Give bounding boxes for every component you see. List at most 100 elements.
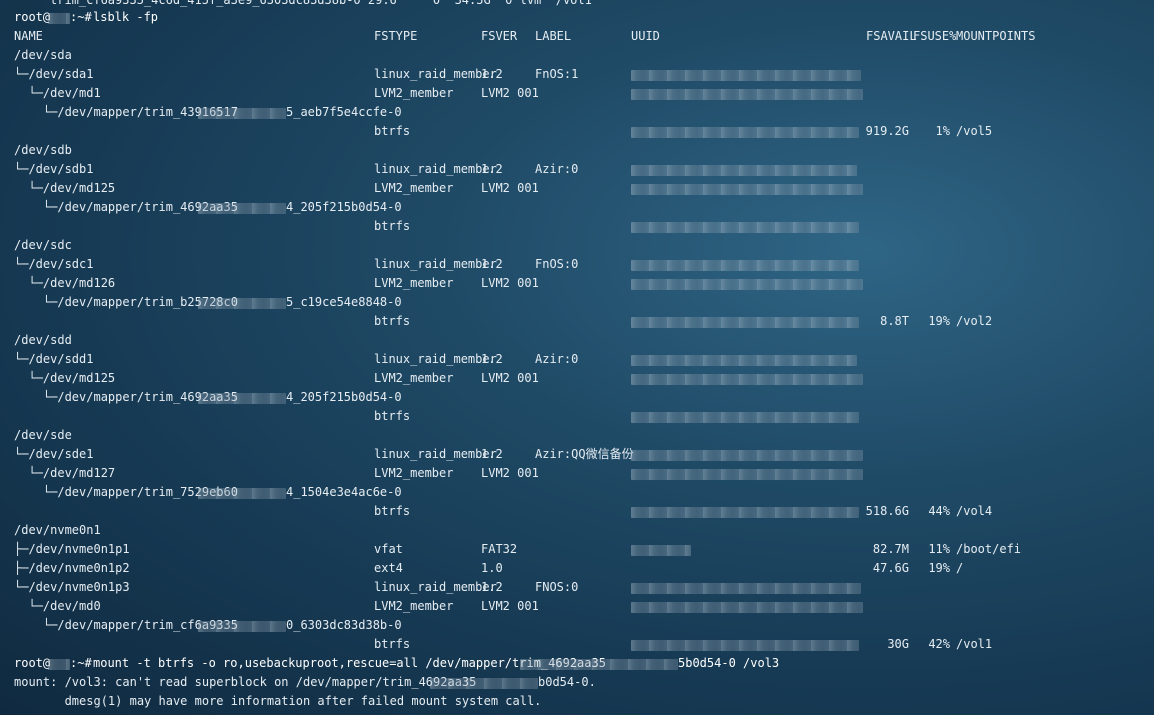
redacted-uuid [631, 450, 863, 461]
device-name-tail: 4_1504e3e4ac6e-0 [286, 485, 402, 499]
fsver-value: 1.2 [481, 352, 503, 366]
header-fsavail: FSAVAIL [866, 29, 917, 43]
lsblk-row: btrfs 8.8T 19% /vol2 [0, 312, 1154, 331]
fstype-value: linux_raid_member [374, 447, 497, 461]
error-text: dmesg(1) may have more information after… [14, 694, 542, 708]
lsblk-row: └─/dev/md126 LVM2_member LVM2 001 [0, 274, 1154, 293]
fsver-value: LVM2 001 [481, 599, 539, 613]
redacted-uuid [631, 127, 859, 138]
fstype-value: vfat [374, 542, 403, 556]
fstype-value: LVM2_member [374, 86, 454, 100]
redacted-hostname [48, 13, 70, 24]
lsblk-row: └─/dev/mapper/trim_43916517 5_aeb7f5e4ccf… [0, 103, 1154, 122]
fsver-value: 1.2 [481, 257, 503, 271]
fstype-value: btrfs [374, 219, 411, 233]
label-value: FNOS:0 [535, 580, 579, 594]
fstype-value: linux_raid_member [374, 162, 497, 176]
redacted-uuid [631, 545, 691, 556]
fstype-value: btrfs [374, 124, 411, 138]
fstype-value: LVM2_member [374, 371, 454, 385]
device-name: └─/dev/md126 [14, 276, 116, 290]
redacted-uuid [631, 355, 857, 366]
fsver-value: LVM2 001 [481, 466, 539, 480]
device-name-tail: 4_205f215b0d54-0 [286, 390, 402, 404]
device-name: /dev/sdb [14, 143, 72, 157]
mountpoint-value: / [956, 561, 964, 575]
prompt-symbol: :~# [70, 10, 92, 24]
device-name: └─/dev/md1 [14, 86, 101, 100]
fsver-value: LVM2 001 [481, 276, 539, 290]
lsblk-header: NAME FSTYPE FSVER LABEL UUID FSAVAIL FSUSE% MOU… [0, 27, 1154, 46]
device-name-tail: 5_aeb7f5e4ccfe-0 [286, 105, 402, 119]
lsblk-row: btrfs 518.6G 44% /vol4 [0, 502, 1154, 521]
redacted-uuid [631, 89, 863, 100]
redacted-uuid [631, 583, 861, 594]
fsavail-value: 8.8T [880, 314, 909, 328]
mountpoint-value: /vol5 [956, 124, 993, 138]
fsavail-value: 47.6G [872, 561, 909, 575]
label-value: Azir:QQ微信备份 [535, 447, 634, 461]
fstype-value: linux_raid_member [374, 257, 497, 271]
fsuse-value: 1% [935, 124, 950, 138]
error-line: mount: /vol3: can't read superblock on /… [0, 673, 1154, 692]
fstype-value: LVM2_member [374, 181, 454, 195]
fsver-value: LVM2 001 [481, 86, 539, 100]
device-name: /dev/nvme0n1 [14, 523, 101, 537]
fsavail-value: 518.6G [865, 504, 909, 518]
header-label: LABEL [535, 29, 572, 43]
fstype-value: btrfs [374, 504, 411, 518]
redacted-uuid [631, 507, 859, 518]
lsblk-row: btrfs 30G 42% /vol1 [0, 635, 1154, 654]
redacted-uuid [631, 184, 863, 195]
mountpoint-value: /vol1 [956, 637, 993, 651]
redacted-uuid [631, 412, 859, 423]
fstype-value: linux_raid_member [374, 67, 497, 81]
command-text: lsblk -fp [93, 10, 159, 24]
header-uuid: UUID [631, 29, 660, 43]
device-name: /dev/sda [14, 48, 72, 62]
redacted-uuid [631, 374, 863, 385]
lsblk-row: └─/dev/md125 LVM2_member LVM2 001 [0, 179, 1154, 198]
terminal-window[interactable]: trim_cf6a9335_4c6d_415f_a3e9_6303dc83d38… [0, 0, 1154, 715]
redacted-device-id [198, 488, 286, 499]
device-name: /dev/sde [14, 428, 72, 442]
lsblk-row: └─/dev/mapper/trim_b25728c0 5_c19ce54e884… [0, 293, 1154, 312]
lsblk-row: └─/dev/md1 LVM2_member LVM2 001 [0, 84, 1154, 103]
prompt-symbol: :~# [70, 656, 92, 670]
lsblk-row: └─/dev/mapper/trim_7529eb60 4_1504e3e4ac6… [0, 483, 1154, 502]
fsver-value: 1.2 [481, 447, 503, 461]
redacted-device-id [430, 678, 538, 689]
fsuse-value: 42% [928, 637, 950, 651]
fsavail-value: 919.2G [865, 124, 909, 138]
fsver-value: 1.2 [481, 580, 503, 594]
redacted-uuid [631, 222, 859, 233]
redacted-uuid [631, 469, 863, 480]
lsblk-row: btrfs [0, 407, 1154, 426]
fsver-value: LVM2 001 [481, 181, 539, 195]
device-name: /dev/sdd [14, 333, 72, 347]
header-mountpoints: MOUNTPOINTS [956, 29, 1036, 43]
device-name: └─/dev/sdd1 [14, 352, 94, 366]
lsblk-row: └─/dev/mapper/trim_cf6a9335 0_6303dc83d38… [0, 616, 1154, 635]
header-fsuse: FSUSE% [913, 29, 957, 43]
fsuse-value: 44% [928, 504, 950, 518]
redacted-uuid [631, 279, 863, 290]
lsblk-row: └─/dev/mapper/trim_4692aa35 4_205f215b0d5… [0, 198, 1154, 217]
device-name-tail: 4_205f215b0d54-0 [286, 200, 402, 214]
lsblk-row: └─/dev/md125 LVM2_member LVM2 001 [0, 369, 1154, 388]
header-fstype: FSTYPE [374, 29, 418, 43]
mountpoint-value: /vol2 [956, 314, 993, 328]
fsavail-value: 82.7M [872, 542, 909, 556]
mount-command-line: root@:~# mount -t btrfs -o ro,usebackupro… [0, 654, 1154, 673]
label-value: FnOS:0 [535, 257, 579, 271]
redacted-uuid [631, 70, 861, 81]
mountpoint-value: /vol4 [956, 504, 993, 518]
prompt-user: root@ [14, 10, 51, 24]
error-text: mount: /vol3: can't read superblock on /… [14, 675, 477, 689]
lsblk-row: btrfs [0, 217, 1154, 236]
device-name: └─/dev/nvme0n1p3 [14, 580, 130, 594]
lsblk-row: └─/dev/sdd1 linux_raid_member 1.2 Azir:0 [0, 350, 1154, 369]
header-name: NAME [14, 29, 43, 43]
redacted-device-id [198, 621, 286, 632]
lsblk-row: /dev/sdc [0, 236, 1154, 255]
